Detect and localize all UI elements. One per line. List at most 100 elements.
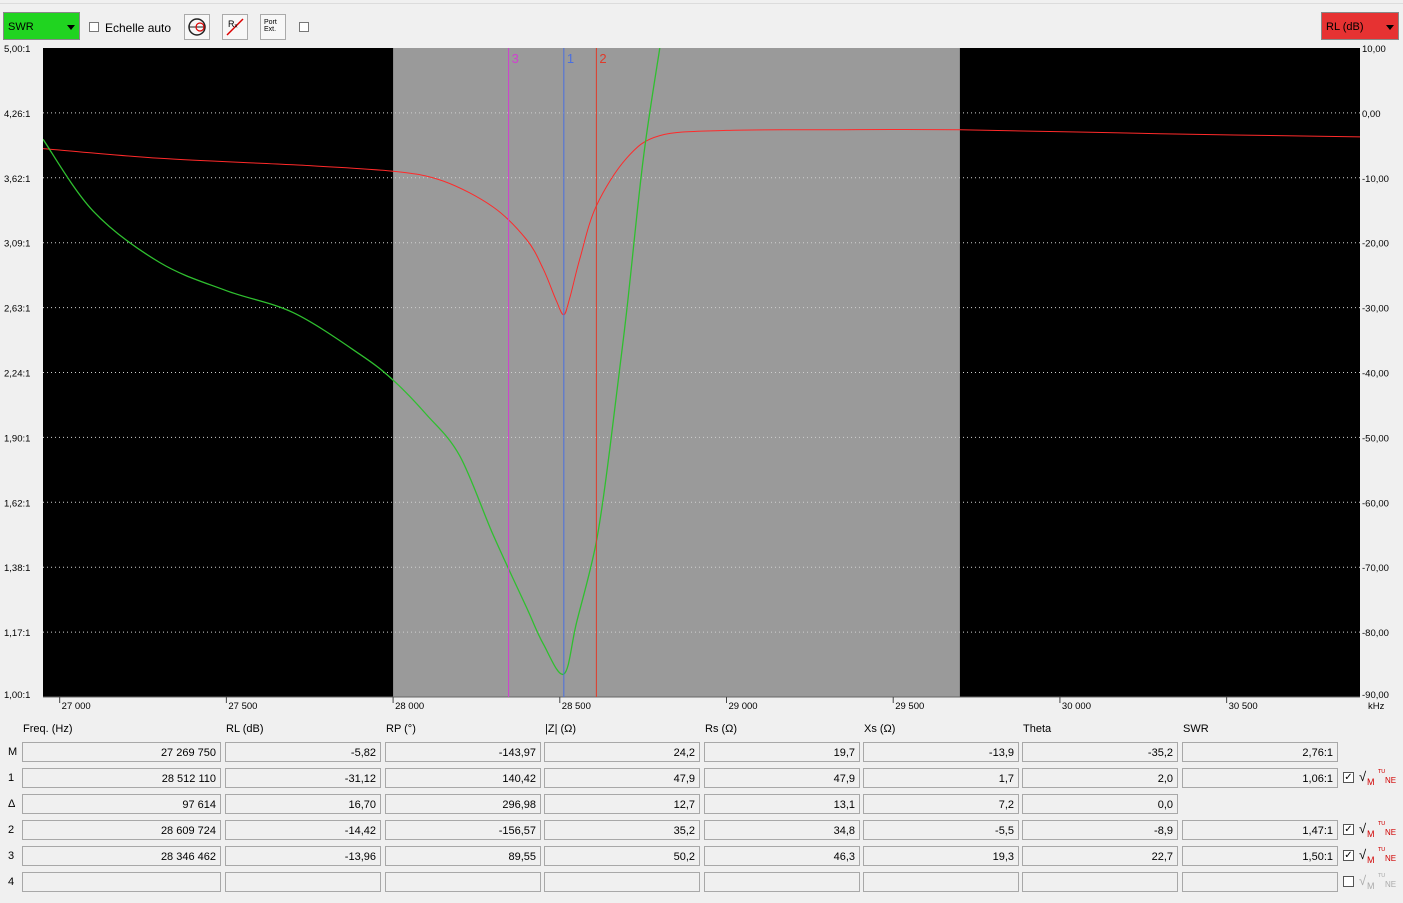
x-tick-label: 29 500 [895,701,924,711]
table-cell[interactable]: 1,06:1 [1182,768,1338,788]
smith-chart-button[interactable] [184,14,210,40]
plot-area: 5,00:1 4,26:1 3,62:1 3,09:1 2,63:1 2,24:1 1,90… [0,43,1403,712]
table-cell[interactable] [225,872,381,892]
left-axis-dropdown-label: SWR [8,21,34,33]
table-cell[interactable]: 22,7 [1022,846,1178,866]
table-cell[interactable]: 89,55 [385,846,541,866]
table-cell[interactable]: 50,2 [544,846,700,866]
right-axis-dropdown[interactable]: RL (dB) [1321,12,1399,40]
left-axis-dropdown[interactable]: SWR [3,12,80,40]
table-cell[interactable]: 24,2 [544,742,700,762]
table-cell[interactable]: 0,0 [1022,794,1178,814]
auto-scale-checkbox[interactable] [89,22,99,32]
table-cell[interactable]: 7,2 [863,794,1019,814]
table-cell[interactable]: 47,9 [544,768,700,788]
marker-ne-icon: NE [1385,854,1397,863]
sqrt-icon: √ [1359,847,1367,862]
table-cell[interactable]: 2,0 [1022,768,1178,788]
right-axis-dropdown-label: RL (dB) [1326,21,1364,33]
row-marker-icons[interactable]: √ Mᵀᵁ NE [1359,768,1399,789]
port-ext-button[interactable]: Port Ext. [260,14,286,40]
table-cell[interactable]: -35,2 [1022,742,1178,762]
table-cell[interactable]: -5,82 [225,742,381,762]
table-cell[interactable]: 47,9 [704,768,860,788]
x-axis-unit: kHz [1368,701,1385,711]
column-header: RP (°) [386,723,416,735]
table-cell[interactable]: -8,9 [1022,820,1178,840]
tune-icon: ᵀᵁ [1378,820,1385,829]
table-cell[interactable]: -13,96 [225,846,381,866]
left-tick-label: 1,17:1 [4,628,30,639]
rx-icon: Rₓ [226,18,244,36]
x-tick-label: 28 500 [562,701,591,711]
marker-ne-icon: NE [1385,776,1397,785]
table-cell[interactable]: 46,3 [704,846,860,866]
table-cell[interactable]: -31,12 [225,768,381,788]
table-cell[interactable]: 296,98 [385,794,541,814]
row-marker-icons[interactable]: √ Mᵀᵁ NE [1359,820,1399,841]
chart-svg: 5,00:1 4,26:1 3,62:1 3,09:1 2,63:1 2,24:1 1,90… [0,43,1403,712]
table-cell[interactable] [544,872,700,892]
right-tick-label: -80,00 [1362,628,1389,639]
row-label: M [8,746,18,758]
tune-icon: ᵀᵁ [1378,846,1385,855]
column-header: Freq. (Hz) [23,723,73,735]
table-cell[interactable]: 19,3 [863,846,1019,866]
table-cell[interactable]: -14,42 [225,820,381,840]
table-cell[interactable]: 12,7 [544,794,700,814]
left-tick-label: 1,38:1 [4,563,30,574]
column-header: Rs (Ω) [705,723,738,735]
x-tick-label: 30 500 [1229,701,1258,711]
table-cell[interactable]: -156,57 [385,820,541,840]
table-cell[interactable]: 34,8 [704,820,860,840]
table-cell[interactable]: 28 609 724 [22,820,221,840]
table-cell[interactable]: 16,70 [225,794,381,814]
rx-button[interactable]: Rₓ [222,14,248,40]
table-cell[interactable]: 28 346 462 [22,846,221,866]
table-cell[interactable]: 1,7 [863,768,1019,788]
row-visible-checkbox[interactable] [1343,876,1354,887]
right-tick-label: -40,00 [1362,369,1389,380]
table-cell[interactable]: -5,5 [863,820,1019,840]
table-cell[interactable] [385,872,541,892]
right-tick-label: -50,00 [1362,433,1389,444]
table-cell[interactable]: 1,47:1 [1182,820,1338,840]
row-label: 4 [8,876,15,888]
row-visible-checkbox[interactable]: ✓ [1343,824,1354,835]
smith-chart-icon [188,18,206,36]
row-label: 2 [8,824,15,836]
right-tick-label: 0,00 [1362,109,1381,120]
row-marker-icons[interactable]: √ Mᵀᵁ NE [1359,872,1399,893]
marker-1-label: 1 [567,51,574,66]
table-cell[interactable]: 27 269 750 [22,742,221,762]
band-highlight [393,48,960,697]
left-tick-label: 1,90:1 [4,433,30,444]
table-cell[interactable] [1022,872,1178,892]
column-header: Theta [1023,723,1052,735]
table-cell[interactable] [1182,872,1338,892]
row-visible-checkbox[interactable]: ✓ [1343,850,1354,861]
chevron-down-icon [1386,25,1394,30]
marker-3-label: 3 [512,51,519,66]
left-tick-label: 2,24:1 [4,369,30,380]
left-tick-label: 3,09:1 [4,239,30,250]
table-cell[interactable] [22,872,221,892]
table-cell[interactable]: 140,42 [385,768,541,788]
column-header: SWR [1183,723,1209,735]
table-cell[interactable]: 35,2 [544,820,700,840]
table-cell[interactable]: -143,97 [385,742,541,762]
table-cell[interactable]: 97 614 [22,794,221,814]
table-cell[interactable]: 1,50:1 [1182,846,1338,866]
table-cell[interactable] [704,872,860,892]
table-cell[interactable] [863,872,1019,892]
table-cell[interactable]: 28 512 110 [22,768,221,788]
row-label: 3 [8,850,15,862]
table-cell[interactable]: 2,76:1 [1182,742,1338,762]
toolbar-extra-checkbox[interactable] [299,22,309,32]
row-marker-icons[interactable]: √ Mᵀᵁ NE [1359,846,1399,867]
row-visible-checkbox[interactable]: ✓ [1343,772,1354,783]
table-cell[interactable]: 19,7 [704,742,860,762]
table-cell[interactable]: -13,9 [863,742,1019,762]
left-tick-label: 4,26:1 [4,109,30,120]
table-cell[interactable]: 13,1 [704,794,860,814]
